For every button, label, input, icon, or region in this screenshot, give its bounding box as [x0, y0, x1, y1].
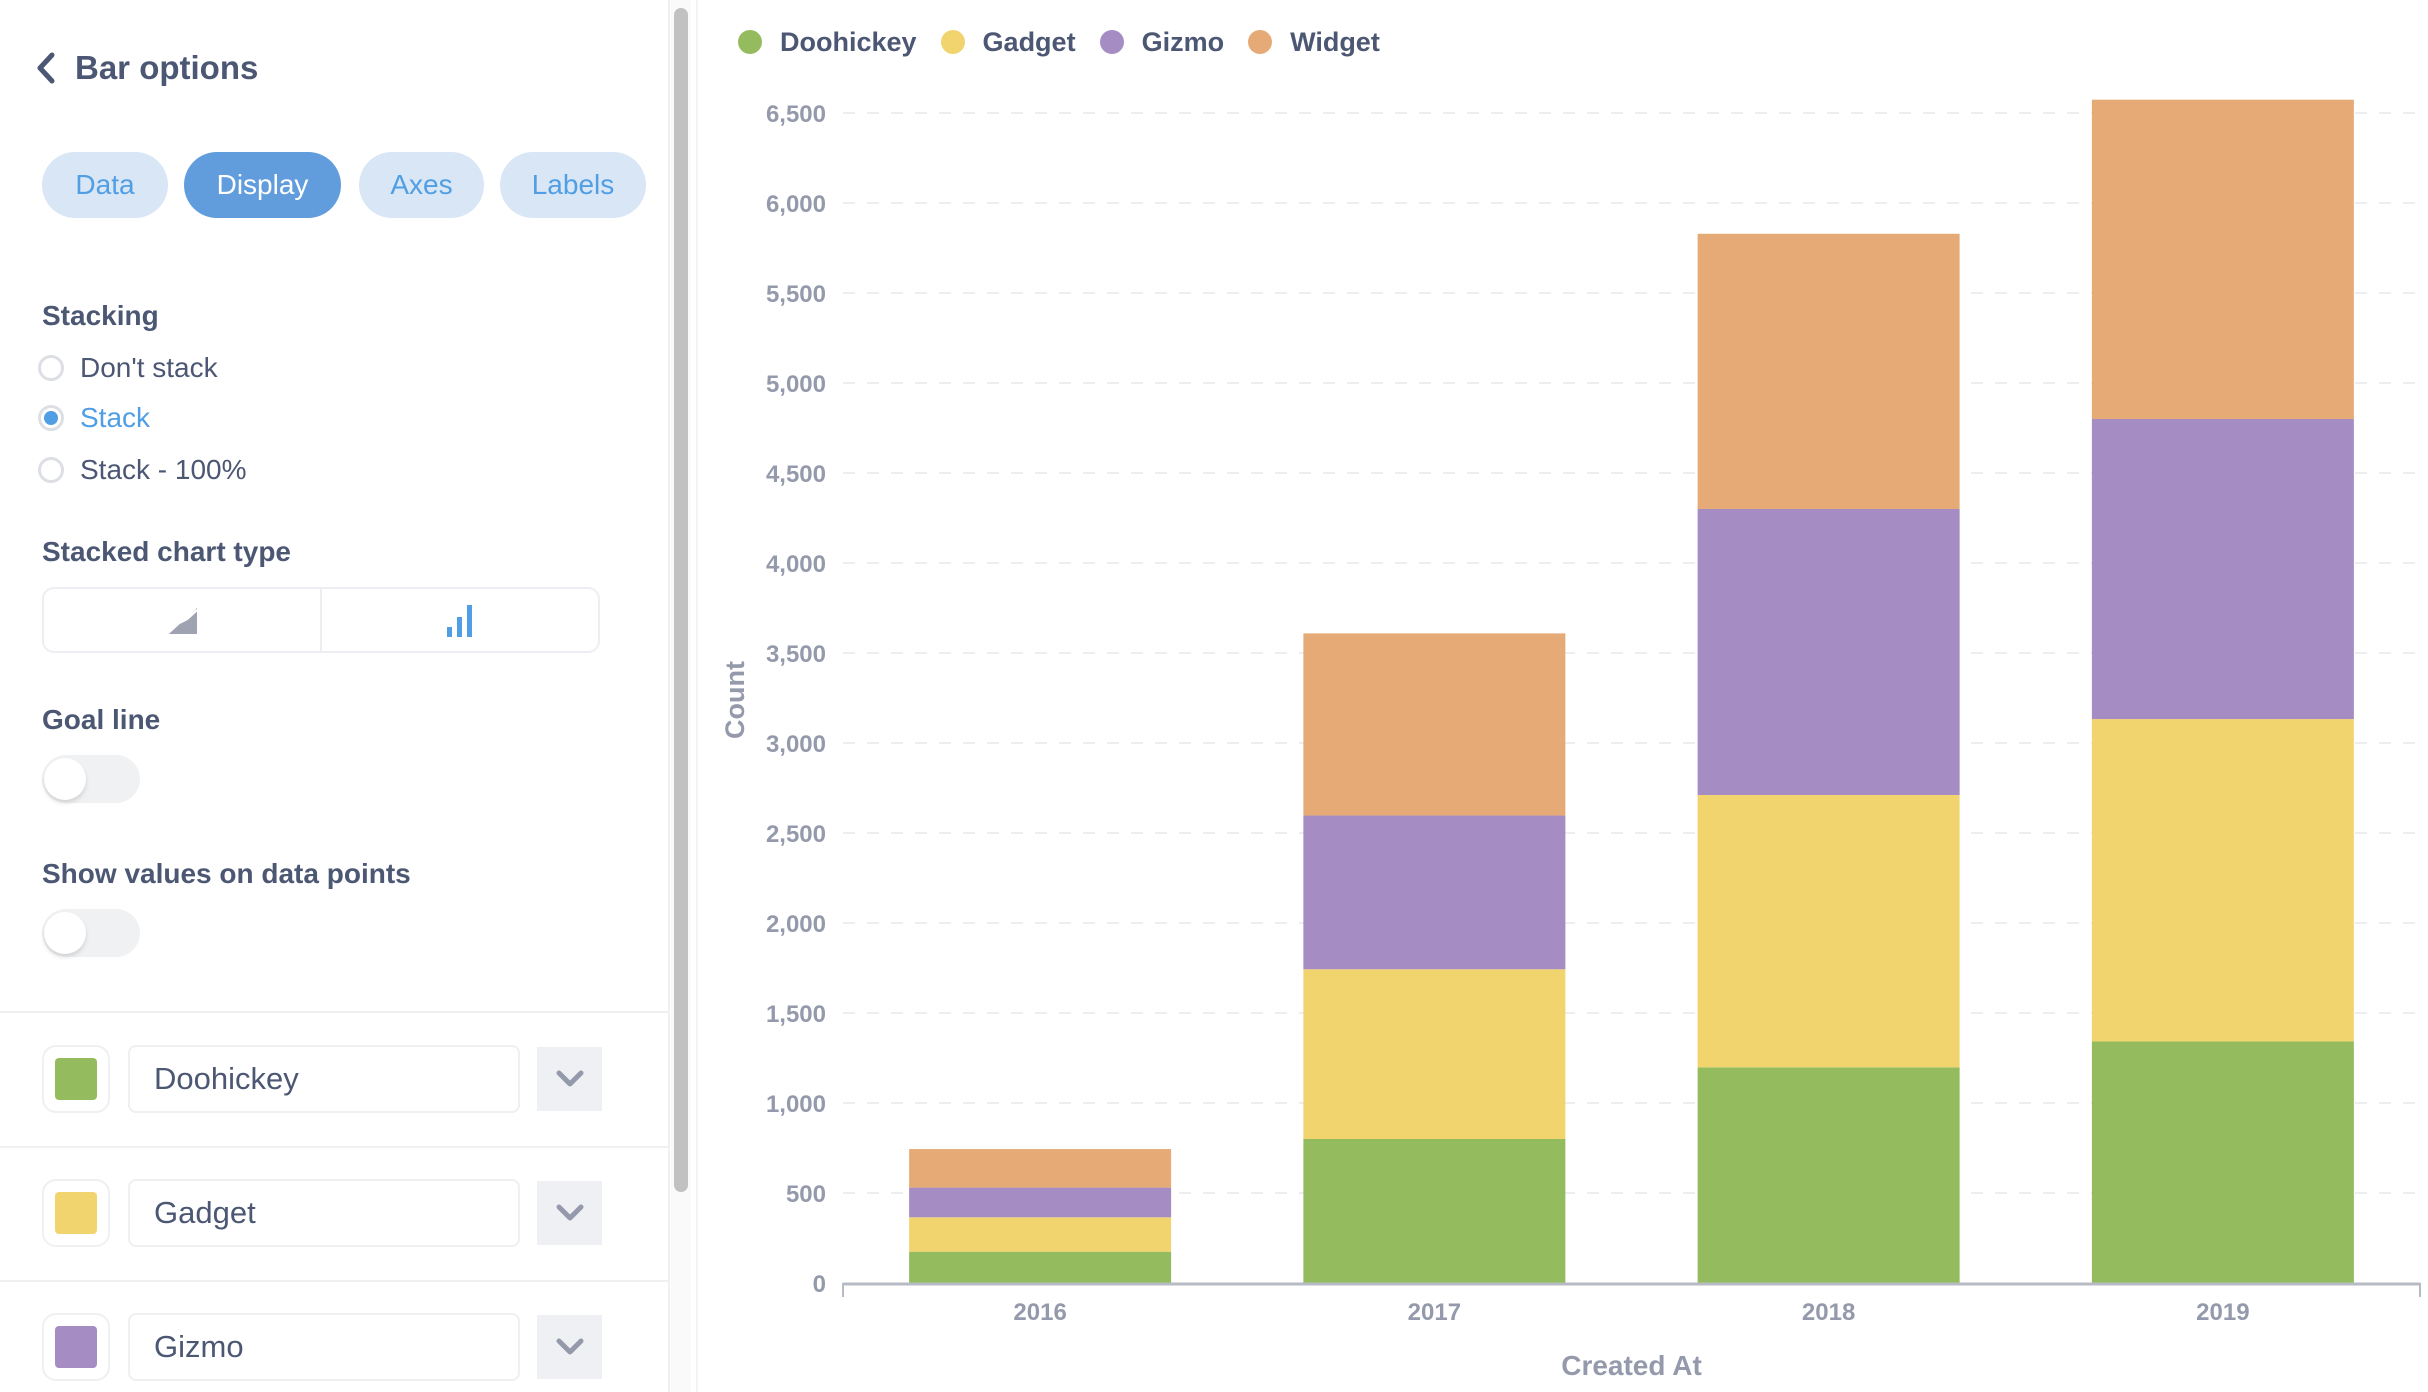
chart-area: Doohickey Gadget Gizmo Widget 0 500 1,000 1,50… — [698, 0, 2428, 1392]
divider — [0, 1011, 668, 1013]
stacked-chart-type-selector — [42, 587, 600, 653]
bar-segment-doohickey-2019[interactable] — [2091, 1041, 2354, 1283]
radio-label: Stack — [80, 402, 151, 433]
bar-segment-widget-2017[interactable] — [1303, 633, 1566, 816]
radio-label: Don't stack — [80, 352, 218, 383]
bar-segment-doohickey-2016[interactable] — [909, 1251, 1172, 1283]
series-expand-button[interactable] — [537, 1181, 602, 1245]
y-tick-label: 0 — [813, 1271, 826, 1298]
color-picker[interactable] — [42, 1179, 110, 1247]
chevron-left-icon — [37, 52, 55, 84]
toggle-knob — [44, 758, 86, 800]
bar-segment-widget-2016[interactable] — [909, 1149, 1172, 1188]
color-swatch — [55, 1326, 97, 1368]
y-tick-label: 6,000 — [766, 191, 826, 218]
bar-segment-doohickey-2017[interactable] — [1303, 1139, 1566, 1283]
y-axis-title: Count — [720, 661, 750, 739]
sidebar-border — [668, 0, 670, 1392]
y-tick-label: 6,500 — [766, 101, 826, 128]
radio-button[interactable] — [38, 355, 64, 381]
series-name-input[interactable]: Gizmo — [128, 1313, 520, 1381]
color-picker[interactable] — [42, 1313, 110, 1381]
radio-dont-stack[interactable]: Don't stack — [38, 348, 218, 388]
y-tick-label: 1,500 — [766, 1001, 826, 1028]
sidebar-title: Bar options — [75, 49, 259, 86]
y-tick-label: 2,000 — [766, 911, 826, 938]
series-name-input[interactable]: Doohickey — [128, 1045, 520, 1113]
stacked-bar-option[interactable] — [320, 589, 598, 651]
y-tick-label: 4,500 — [766, 461, 826, 488]
radio-label: Stack - 100% — [80, 454, 247, 485]
bar-chart-icon — [447, 605, 472, 637]
chevron-down-icon — [556, 1070, 583, 1087]
radio-button[interactable] — [38, 405, 64, 431]
x-axis-title: Created At — [1561, 1350, 1702, 1381]
divider — [0, 1146, 668, 1148]
bar-segment-gadget-2016[interactable] — [909, 1217, 1172, 1252]
color-swatch — [55, 1058, 97, 1100]
bar-segment-gizmo-2017[interactable] — [1303, 815, 1566, 970]
bar-segment-widget-2018[interactable] — [1697, 233, 1960, 509]
toggle-knob — [44, 912, 86, 954]
y-tick-label: 2,500 — [766, 821, 826, 848]
chevron-down-icon — [556, 1204, 583, 1221]
bar-segment-widget-2019[interactable] — [2091, 99, 2354, 420]
bar-segment-doohickey-2018[interactable] — [1697, 1067, 1960, 1283]
chevron-down-icon — [556, 1338, 583, 1355]
x-tick-label: 2018 — [1802, 1299, 1855, 1326]
x-tick-label: 2019 — [2196, 1299, 2249, 1326]
stacking-label: Stacking — [42, 300, 159, 331]
bar-segment-gadget-2017[interactable] — [1303, 969, 1566, 1139]
sidebar-scrollbar-thumb[interactable] — [674, 8, 688, 1192]
series-row-gadget: Gadget — [0, 1179, 668, 1249]
color-swatch — [55, 1192, 97, 1234]
radio-stack-100[interactable]: Stack - 100% — [38, 450, 247, 490]
settings-sidebar: Bar options Data Display Axes Labels Sta… — [0, 0, 668, 1392]
series-name-input[interactable]: Gadget — [128, 1179, 520, 1247]
y-tick-label: 5,000 — [766, 371, 826, 398]
goal-line-label: Goal line — [42, 704, 161, 735]
stacked-area-option[interactable] — [44, 589, 320, 651]
radio-button[interactable] — [38, 457, 64, 483]
y-tick-label: 1,000 — [766, 1091, 826, 1118]
y-tick-label: 5,500 — [766, 281, 826, 308]
bar-segment-gizmo-2018[interactable] — [1697, 509, 1960, 796]
series-expand-button[interactable] — [537, 1315, 602, 1379]
color-picker[interactable] — [42, 1045, 110, 1113]
x-tick-label: 2016 — [1013, 1299, 1066, 1326]
bar-chart: 0 500 1,000 1,500 2,000 2,500 3,000 3,500 4,000 4… — [720, 99, 2421, 1381]
bar-segment-gadget-2019[interactable] — [2091, 719, 2354, 1042]
divider — [0, 1280, 668, 1282]
back-button[interactable] — [28, 50, 64, 86]
bar-segment-gadget-2018[interactable] — [1697, 795, 1960, 1068]
series-expand-button[interactable] — [537, 1047, 602, 1111]
x-tick-label: 2017 — [1408, 1299, 1461, 1326]
y-tick-label: 500 — [786, 1181, 826, 1208]
area-chart-icon — [166, 608, 198, 634]
tab-labels[interactable]: Labels — [500, 152, 646, 218]
series-row-gizmo: Gizmo — [0, 1313, 668, 1383]
tab-axes[interactable]: Axes — [359, 152, 484, 218]
tab-display[interactable]: Display — [184, 152, 341, 218]
show-values-label: Show values on data points — [42, 858, 411, 889]
series-row-doohickey: Doohickey — [0, 1045, 668, 1115]
radio-stack[interactable]: Stack — [38, 398, 150, 438]
stacked-chart-type-label: Stacked chart type — [42, 536, 291, 567]
bar-segment-gizmo-2019[interactable] — [2091, 419, 2354, 720]
show-values-toggle[interactable] — [42, 909, 140, 957]
radio-selected-dot — [44, 411, 58, 425]
tab-data[interactable]: Data — [42, 152, 168, 218]
bar-segment-gizmo-2016[interactable] — [909, 1187, 1172, 1218]
y-tick-label: 3,500 — [766, 641, 826, 668]
goal-line-toggle[interactable] — [42, 755, 140, 803]
y-tick-label: 3,000 — [766, 731, 826, 758]
y-tick-label: 4,000 — [766, 551, 826, 578]
